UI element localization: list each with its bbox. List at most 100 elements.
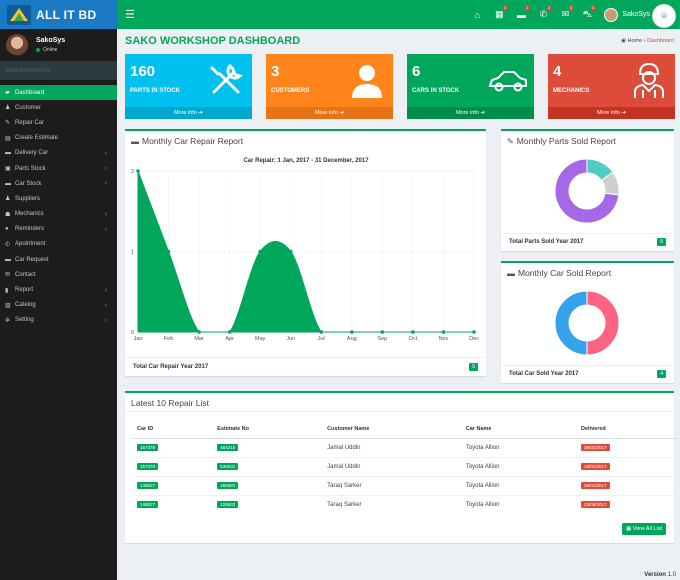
panel-title: ▬ Monthly Car Repair Report	[131, 136, 243, 146]
sidebar-item-report[interactable]: ▮ Report ‹	[0, 282, 117, 297]
brand-logo[interactable]: ALL IT BD	[0, 0, 117, 29]
view-all-button[interactable]: ▦ View All List	[622, 523, 666, 535]
table-row[interactable]: 157378 536531 Jamal Uddin Toyota Allion 26/0…	[133, 456, 678, 476]
top-user-name: SakoSys	[622, 11, 650, 18]
sidebar-item-label: Reminders	[15, 226, 45, 233]
version-number: 1.0	[667, 572, 676, 578]
home-icon: ◉	[621, 38, 626, 44]
table-row[interactable]: 148627 465691 Taraq Sarker Toyota Allion 25/…	[133, 475, 678, 495]
chevron-left-icon: ‹	[104, 210, 107, 218]
home-icon[interactable]: ⌂	[466, 0, 488, 29]
id-label: 536531	[217, 462, 239, 470]
avatar	[6, 33, 28, 56]
sidebar-item-mechanics[interactable]: ☗ Mechanics ‹	[0, 207, 117, 222]
sidebar-item-parts-stock[interactable]: ▣ Parts Stock ‹	[0, 161, 117, 176]
data-point	[380, 330, 385, 334]
tools-icon	[210, 63, 243, 94]
stat-box-cars: 6 CARS IN STOCK More info ➔	[407, 54, 534, 119]
page-title: SAKO WORKSHOP DASHBOARD	[125, 35, 301, 47]
cell-text: Taraq Sarker	[327, 501, 362, 508]
table-cell: 25/01/2017	[577, 475, 678, 495]
sidebar-item-suppliers[interactable]: ♟ Suppliers	[0, 191, 117, 206]
column-header: Customer Name	[323, 421, 462, 439]
sidebar-item-label: Mechanics	[15, 211, 44, 218]
x-tick-label: Aug	[347, 336, 357, 342]
table-cell: Jamal Uddin	[323, 437, 462, 457]
suppliers-icon: ♟	[5, 196, 11, 203]
date-label: 26/02/2017	[581, 443, 610, 451]
data-point	[350, 330, 354, 334]
online-dot-icon	[36, 47, 40, 52]
table-cell: Toyota Allion	[461, 437, 578, 457]
table-row[interactable]: 148627 128633 Taraq Sarker Toyota Allion 23/…	[133, 494, 678, 514]
data-point	[136, 169, 140, 173]
sidebar-item-create-estimate[interactable]: ▤ Create Estimate	[0, 131, 117, 146]
table-cell: 26/02/2017	[577, 437, 678, 457]
stat-label: MECHANICS	[553, 88, 590, 94]
sidebar-item-delivery-car[interactable]: ▬ Delivery Car ‹	[0, 146, 117, 161]
table-cell: 464215	[213, 437, 324, 457]
sidebar-item-dashboard[interactable]: ▰ Dashboard	[0, 85, 117, 101]
table-cell: 148627	[133, 475, 214, 495]
data-point	[227, 330, 232, 334]
footer-text: Total Car Sold Year 2017	[509, 371, 579, 377]
notification-badge: 2	[547, 5, 552, 11]
panel-title: ▬ Monthly Car Sold Report	[507, 268, 611, 278]
more-info-link[interactable]: More info ➔	[407, 107, 534, 119]
table-cell: Taraq Sarker	[323, 494, 462, 514]
breadcrumb-separator: ›	[643, 38, 646, 44]
table-body: 157378 464215 Jamal Uddin Toyota Allion 26/0…	[133, 437, 678, 514]
status-text: Online	[43, 46, 58, 53]
comments-icon: ●	[5, 226, 9, 233]
sidebar-item-car-request[interactable]: ▬ Car Request	[0, 252, 117, 267]
table-row[interactable]: 157378 464215 Jamal Uddin Toyota Allion 26/0…	[133, 437, 678, 457]
brand-name: ALL IT BD	[36, 7, 97, 22]
catalog-icon: ▧	[5, 302, 11, 309]
chevron-left-icon: ‹	[104, 316, 107, 324]
breadcrumb: ◉ Home › Dashboard	[621, 38, 674, 44]
table-cell: 128633	[213, 494, 324, 514]
data-point	[411, 330, 415, 334]
cars-donut-chart	[554, 290, 620, 356]
sidebar-item-customer[interactable]: ♟ Customer	[0, 100, 117, 115]
menu-toggle-icon[interactable]: ☰	[125, 8, 139, 21]
car-stock-icon: ▬	[5, 180, 11, 187]
date-label: 23/06/2017	[581, 500, 610, 508]
more-info-link[interactable]: More info ➔	[125, 107, 252, 119]
breadcrumb-home[interactable]: Home	[628, 38, 643, 44]
sidebar-item-catelog[interactable]: ▧ Catelog ‹	[0, 298, 117, 313]
more-info-link[interactable]: More info ➔	[266, 107, 393, 119]
sidebar-item-contact[interactable]: ✉ Contact	[0, 267, 117, 282]
version-label: Version	[644, 572, 666, 578]
divider	[501, 233, 674, 234]
gear-icon: ✲	[5, 317, 11, 324]
sidebar-item-label: Customer	[15, 104, 42, 111]
mail-icon[interactable]: ✉ 3	[554, 0, 576, 29]
sidebar-item-repair-car[interactable]: ✎ Repair Car	[0, 115, 117, 130]
count-badge: 5	[657, 238, 666, 246]
screenshot-icon[interactable]: ⌾	[652, 4, 676, 28]
main-content: SAKO WORKSHOP DASHBOARD ◉ Home › Dashboa…	[117, 29, 680, 580]
notification-badge: 4	[503, 5, 508, 11]
table-cell: Jamal Uddin	[323, 456, 462, 476]
notification-badge: 4	[591, 5, 596, 11]
table-icon: ▤	[5, 135, 11, 142]
sidebar-item-setting[interactable]: ✲ Setting ‹	[0, 313, 117, 328]
mechanic-icon	[634, 62, 664, 98]
repair-panel-title: Monthly Car Repair Report	[142, 136, 244, 146]
phone-icon[interactable]: ✆ 2	[532, 0, 554, 29]
logo-icon	[7, 4, 31, 25]
sidebar-item-apointment[interactable]: ✆ Apointment	[0, 237, 117, 252]
sidebar-item-reminders[interactable]: ● Reminders ‹	[0, 222, 117, 237]
car-icon[interactable]: ▬ 1	[510, 0, 532, 29]
id-label: 128633	[217, 500, 239, 508]
x-tick-label: Apr	[225, 336, 234, 342]
sidebar-user-name: SakoSys	[36, 36, 66, 44]
cubes-icon: ▣	[5, 166, 11, 173]
sidebar-item-label: Parts Stock	[15, 165, 46, 172]
calendar-icon[interactable]: ▦ 4	[488, 0, 510, 29]
sidebar-item-car-stock[interactable]: ▬ Car Stock ‹	[0, 176, 117, 191]
chevron-left-icon: ‹	[104, 149, 107, 157]
cart-icon[interactable]: ⛍ 4	[576, 0, 598, 29]
more-info-link[interactable]: More info ➔	[548, 107, 675, 119]
